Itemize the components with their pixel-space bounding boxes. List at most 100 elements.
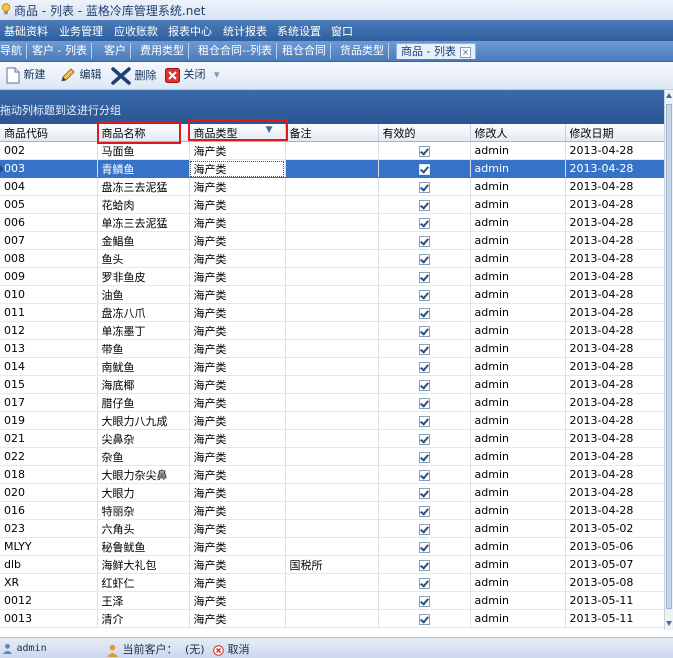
valid-checkbox[interactable]: [418, 235, 430, 247]
table-row[interactable]: 019 大眼力八九成 海产类 admin 2013-04-28: [0, 411, 664, 430]
tab-lease-contract-list[interactable]: 租仓合同--列表: [194, 43, 277, 59]
cell-note[interactable]: [285, 303, 379, 322]
cell-valid[interactable]: [378, 483, 471, 502]
cell-type[interactable]: 海产类: [189, 159, 286, 178]
cell-code[interactable]: 012: [0, 321, 98, 340]
delete-button[interactable]: 删除: [111, 66, 157, 85]
cell-note[interactable]: [285, 231, 379, 250]
cell-modifier[interactable]: admin: [470, 339, 566, 358]
cell-note[interactable]: [285, 411, 379, 430]
scroll-thumb[interactable]: [666, 104, 672, 609]
cell-date[interactable]: 2013-04-28: [565, 321, 664, 340]
cell-type[interactable]: 海产类: [189, 285, 286, 304]
table-row[interactable]: 011 盘冻八爪 海产类 admin 2013-04-28: [0, 303, 664, 322]
table-row[interactable]: 008 鱼头 海产类 admin 2013-04-28: [0, 249, 664, 268]
tab-product-list[interactable]: 商品 - 列表 ×: [396, 43, 476, 59]
cell-note[interactable]: [285, 537, 379, 556]
cell-modifier[interactable]: admin: [470, 213, 566, 232]
cell-date[interactable]: 2013-04-28: [565, 429, 664, 448]
cell-note[interactable]: [285, 249, 379, 268]
cell-valid[interactable]: [378, 159, 471, 178]
cell-name[interactable]: 六角头: [97, 519, 190, 538]
cell-valid[interactable]: [378, 375, 471, 394]
cell-date[interactable]: 2013-05-02: [565, 519, 664, 538]
cell-note[interactable]: [285, 375, 379, 394]
valid-checkbox[interactable]: [418, 577, 430, 589]
cell-note[interactable]: [285, 573, 379, 592]
cell-code[interactable]: 005: [0, 195, 98, 214]
tab-customer[interactable]: 客户: [100, 43, 131, 59]
cell-type[interactable]: 海产类: [189, 465, 286, 484]
cell-code[interactable]: 020: [0, 483, 98, 502]
cell-valid[interactable]: [378, 231, 471, 250]
cell-type[interactable]: 海产类: [189, 429, 286, 448]
cell-modifier[interactable]: admin: [470, 195, 566, 214]
col-header-date[interactable]: 修改日期: [565, 124, 664, 142]
cell-valid[interactable]: [378, 537, 471, 556]
cell-type[interactable]: 海产类: [189, 249, 286, 268]
close-button[interactable]: 关闭: [165, 66, 206, 84]
cell-modifier[interactable]: admin: [470, 285, 566, 304]
cell-type[interactable]: 海产类: [189, 195, 286, 214]
cell-name[interactable]: 罗非鱼皮: [97, 267, 190, 286]
table-row[interactable]: 012 单冻墨丁 海产类 admin 2013-04-28: [0, 321, 664, 340]
cell-valid[interactable]: [378, 519, 471, 538]
cell-modifier[interactable]: admin: [470, 177, 566, 196]
cell-modifier[interactable]: admin: [470, 231, 566, 250]
cell-note[interactable]: [285, 429, 379, 448]
cell-type[interactable]: 海产类: [189, 483, 286, 502]
cell-valid[interactable]: [378, 339, 471, 358]
cell-name[interactable]: 杂鱼: [97, 447, 190, 466]
cell-date[interactable]: 2013-04-28: [565, 141, 664, 160]
cell-valid[interactable]: [378, 465, 471, 484]
cell-date[interactable]: 2013-04-28: [565, 303, 664, 322]
cell-code[interactable]: 018: [0, 465, 98, 484]
menu-business[interactable]: 业务管理: [59, 23, 103, 39]
scroll-down-icon[interactable]: [666, 621, 672, 626]
cell-type[interactable]: 海产类: [189, 267, 286, 286]
cell-valid[interactable]: [378, 447, 471, 466]
menu-statistics[interactable]: 统计报表: [223, 23, 267, 39]
cell-code[interactable]: 017: [0, 393, 98, 412]
cell-modifier[interactable]: admin: [470, 465, 566, 484]
cell-type[interactable]: 海产类: [189, 591, 286, 610]
cell-modifier[interactable]: admin: [470, 555, 566, 574]
cell-note[interactable]: [285, 591, 379, 610]
cell-type[interactable]: 海产类: [189, 609, 286, 628]
cell-note[interactable]: [285, 195, 379, 214]
cell-note[interactable]: [285, 609, 379, 628]
cell-date[interactable]: 2013-04-28: [565, 285, 664, 304]
col-header-modifier[interactable]: 修改人: [470, 124, 566, 142]
valid-checkbox[interactable]: [418, 451, 430, 463]
cell-date[interactable]: 2013-04-28: [565, 411, 664, 430]
cell-valid[interactable]: [378, 213, 471, 232]
cell-valid[interactable]: [378, 303, 471, 322]
valid-checkbox[interactable]: [418, 325, 430, 337]
cell-code[interactable]: 006: [0, 213, 98, 232]
table-row[interactable]: 013 带鱼 海产类 admin 2013-04-28: [0, 339, 664, 358]
valid-checkbox[interactable]: [418, 559, 430, 571]
cell-modifier[interactable]: admin: [470, 375, 566, 394]
cell-name[interactable]: 花蛤肉: [97, 195, 190, 214]
cell-code[interactable]: XR: [0, 573, 98, 592]
valid-checkbox[interactable]: [418, 307, 430, 319]
cell-code[interactable]: 023: [0, 519, 98, 538]
cell-code[interactable]: 003: [0, 159, 98, 178]
cell-code[interactable]: 009: [0, 267, 98, 286]
cell-note[interactable]: [285, 267, 379, 286]
cell-note[interactable]: [285, 501, 379, 520]
cell-name[interactable]: 王泽: [97, 591, 190, 610]
cell-date[interactable]: 2013-05-06: [565, 537, 664, 556]
cell-name[interactable]: 秘鲁鱿鱼: [97, 537, 190, 556]
table-row[interactable]: 021 尖鼻杂 海产类 admin 2013-04-28: [0, 429, 664, 448]
valid-checkbox[interactable]: [418, 397, 430, 409]
cell-name[interactable]: 特丽杂: [97, 501, 190, 520]
cell-code[interactable]: 0012: [0, 591, 98, 610]
valid-checkbox[interactable]: [418, 469, 430, 481]
valid-checkbox[interactable]: [418, 271, 430, 283]
cell-type[interactable]: 海产类: [189, 213, 286, 232]
cell-name[interactable]: 鱼头: [97, 249, 190, 268]
cell-valid[interactable]: [378, 393, 471, 412]
tab-fee-types[interactable]: 费用类型: [136, 43, 189, 59]
valid-checkbox[interactable]: [418, 541, 430, 553]
